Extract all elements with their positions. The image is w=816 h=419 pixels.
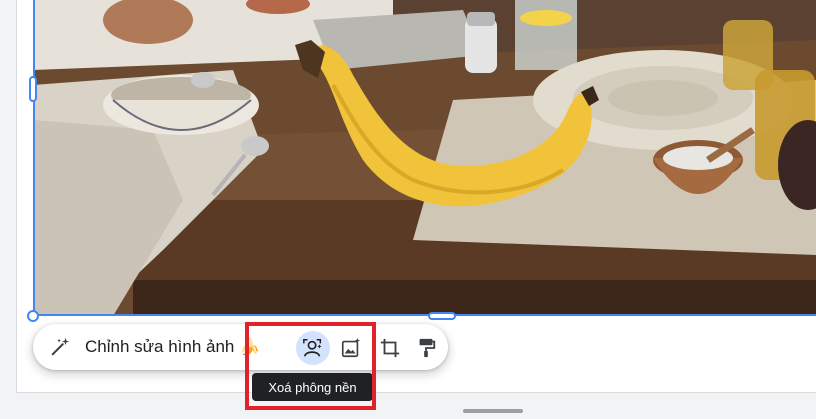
scrollbar-thumb[interactable] (463, 409, 523, 413)
selected-image[interactable] (33, 0, 816, 316)
image-floating-toolbar: Chỉnh sửa hình ảnh 🍌 (33, 324, 448, 370)
resize-handle-bottom-left[interactable] (27, 310, 39, 322)
image-sparkle-icon (341, 337, 361, 358)
format-paint-button[interactable] (409, 331, 443, 365)
paint-roller-icon (419, 338, 436, 358)
tooltip: Xoá phông nền (252, 373, 373, 401)
remove-background-icon (303, 339, 322, 357)
edit-image-label: Chỉnh sửa hình ảnh 🍌 (85, 337, 261, 356)
magic-wand-icon (51, 337, 70, 356)
image-ai-edit-button[interactable] (334, 331, 368, 365)
resize-handle-left[interactable] (29, 76, 37, 102)
crop-icon (380, 338, 400, 358)
photo-banana-on-table (33, 0, 816, 316)
crop-button[interactable] (373, 331, 407, 365)
edit-image-button[interactable]: Chỉnh sửa hình ảnh 🍌 (43, 329, 293, 365)
resize-handle-bottom[interactable] (428, 312, 456, 320)
remove-background-button[interactable] (296, 331, 330, 365)
